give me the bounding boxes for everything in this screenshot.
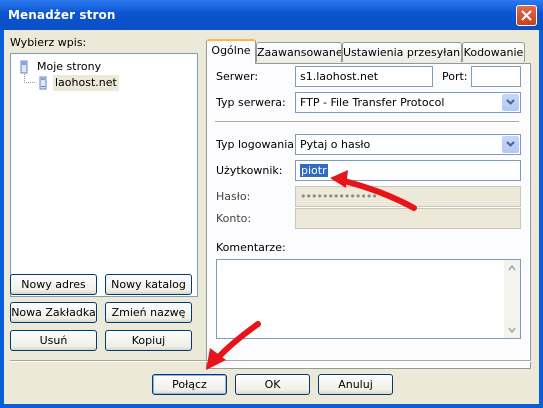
server-input[interactable]: s1.laohost.net	[295, 66, 433, 87]
window-title: Menadżer stron	[8, 8, 116, 22]
password-input[interactable]: ••••••••••••••	[295, 186, 521, 207]
port-label: Port:	[442, 70, 468, 83]
server-type-select[interactable]: FTP - File Transfer Protocol	[295, 92, 521, 113]
login-type-value: Pytaj o hasło	[300, 138, 371, 151]
password-label: Hasło:	[216, 190, 251, 203]
login-type-label: Typ logowania:	[216, 138, 298, 151]
chevron-down-icon	[508, 327, 516, 334]
comments-label: Komentarze:	[216, 241, 286, 254]
scroll-up-button[interactable]	[504, 260, 520, 276]
folder-icon	[17, 59, 33, 75]
account-input[interactable]	[295, 208, 521, 229]
tab-transfer-settings[interactable]: Ustawienia przesyłania	[342, 42, 462, 62]
tab-encoding[interactable]: Kodowanie	[462, 42, 525, 62]
chevron-down-icon	[506, 99, 515, 105]
login-type-select[interactable]: Pytaj o hasło	[295, 134, 521, 155]
separator	[215, 121, 519, 123]
server-type-value: FTP - File Transfer Protocol	[300, 96, 445, 109]
tab-panel-general: Serwer: s1.laohost.net Port: Typ serwera…	[206, 63, 531, 369]
server-type-label: Typ serwera:	[216, 96, 286, 109]
tree-item-label: Moje strony	[37, 60, 102, 73]
cancel-button[interactable]: Anuluj	[318, 374, 393, 395]
delete-button[interactable]: Usuń	[10, 330, 97, 351]
comments-scrollbar[interactable]	[504, 260, 520, 338]
chevron-down-icon	[506, 141, 515, 147]
chevron-up-icon	[508, 264, 516, 271]
port-input[interactable]	[471, 66, 521, 87]
new-address-button[interactable]: Nowy adres	[10, 274, 97, 295]
account-label: Konto:	[216, 212, 252, 225]
tab-advanced[interactable]: Zaawansowane	[256, 42, 342, 62]
new-folder-button[interactable]: Nowy katalog	[105, 274, 192, 295]
tree-item-laohost[interactable]: laohost.net	[35, 75, 155, 91]
footer-separator	[10, 360, 531, 362]
site-tree[interactable]: Moje strony laohost.net	[10, 53, 198, 297]
close-button[interactable]	[516, 5, 537, 26]
tab-general[interactable]: Ogólne	[206, 39, 256, 64]
copy-button[interactable]: Kopiuj	[105, 330, 192, 351]
tree-connector	[24, 74, 36, 83]
site-manager-window: Menadżer stron Wybierz wpis: Moje strony…	[0, 0, 543, 408]
dropdown-arrow[interactable]	[502, 94, 519, 111]
close-icon	[521, 10, 532, 21]
new-bookmark-button[interactable]: Nowa Zakładka	[10, 302, 97, 323]
comments-textarea[interactable]	[216, 259, 521, 339]
select-entry-label: Wybierz wpis:	[10, 36, 87, 49]
title-bar[interactable]: Menadżer stron	[0, 0, 543, 30]
ok-button[interactable]: OK	[235, 374, 310, 395]
tree-item-my-sites[interactable]: Moje strony	[17, 59, 187, 75]
connect-button[interactable]: Połącz	[152, 374, 227, 395]
dropdown-arrow[interactable]	[502, 136, 519, 153]
user-label: Użytkownik:	[216, 164, 283, 177]
user-value: piotr	[300, 164, 328, 177]
tree-item-label: laohost.net	[53, 75, 119, 91]
user-input[interactable]: piotr	[295, 160, 521, 181]
dialog-client-area: Wybierz wpis: Moje strony laohost.net No…	[4, 30, 539, 404]
scroll-down-button[interactable]	[504, 322, 520, 338]
server-label: Serwer:	[216, 70, 259, 83]
rename-button[interactable]: Zmień nazwę	[105, 302, 192, 323]
